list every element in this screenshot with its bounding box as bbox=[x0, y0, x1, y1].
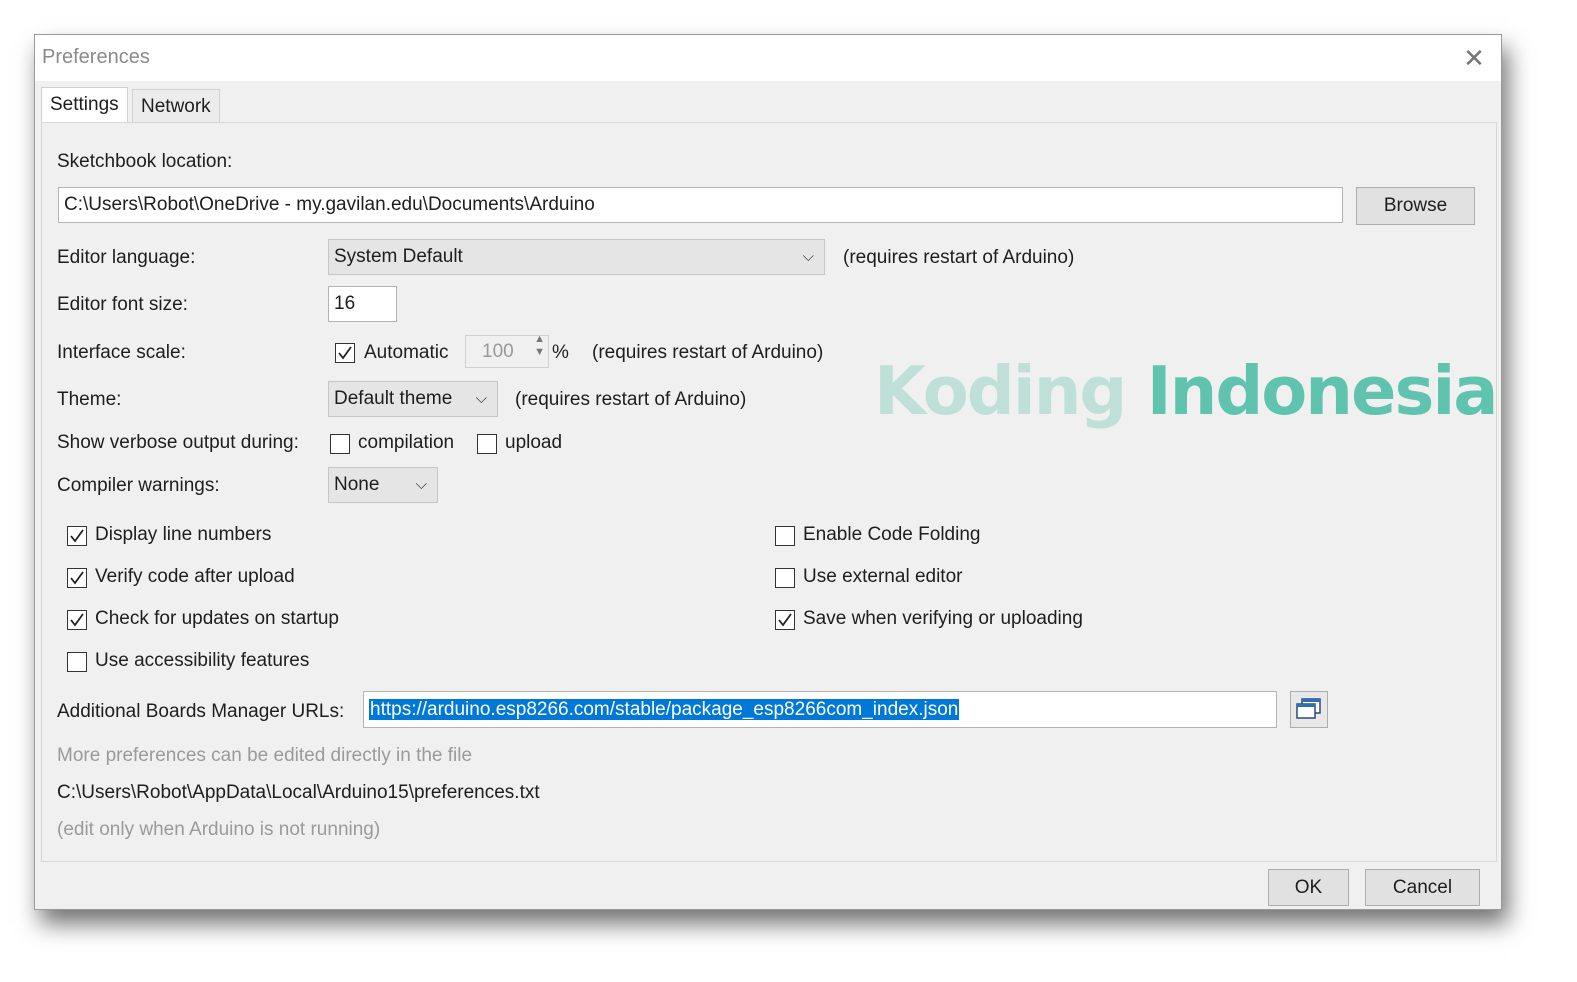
display-line-numbers-label: Display line numbers bbox=[95, 524, 272, 545]
sketchbook-label: Sketchbook location: bbox=[57, 151, 233, 172]
prefs-file-path: C:\Users\Robot\AppData\Local\Arduino15\p… bbox=[57, 782, 540, 803]
verify-after-upload-label: Verify code after upload bbox=[95, 566, 295, 587]
compiler-warnings-label: Compiler warnings: bbox=[57, 475, 220, 496]
cancel-button[interactable]: Cancel bbox=[1365, 869, 1480, 906]
theme-restart-note: (requires restart of Arduino) bbox=[515, 389, 747, 410]
upload-label: upload bbox=[505, 432, 563, 453]
percent-label: % bbox=[552, 342, 569, 363]
settings-panel: Sketchbook location: C:\Users\Robot\OneD… bbox=[41, 122, 1497, 862]
editor-language-value: System Default bbox=[334, 246, 463, 267]
theme-value: Default theme bbox=[334, 388, 453, 409]
theme-label: Theme: bbox=[57, 389, 122, 410]
checkmark-icon bbox=[338, 346, 352, 360]
save-on-verify-label: Save when verifying or uploading bbox=[803, 608, 1083, 629]
display-line-numbers-checkbox[interactable] bbox=[67, 526, 87, 546]
verify-after-upload-checkbox[interactable] bbox=[67, 568, 87, 588]
checkmark-icon bbox=[778, 613, 792, 627]
check-updates-label: Check for updates on startup bbox=[95, 608, 339, 629]
interface-scale-label: Interface scale: bbox=[57, 342, 186, 363]
watermark-logo: Koding Indonesia bbox=[874, 352, 1499, 430]
editor-language-select[interactable]: System Default ⌵ bbox=[328, 239, 825, 275]
code-folding-label: Enable Code Folding bbox=[803, 524, 981, 545]
ok-button[interactable]: OK bbox=[1268, 869, 1349, 906]
scale-restart-note: (requires restart of Arduino) bbox=[592, 342, 824, 363]
browse-button[interactable]: Browse bbox=[1356, 187, 1475, 225]
accessibility-label: Use accessibility features bbox=[95, 650, 310, 671]
compiler-warnings-value: None bbox=[334, 474, 380, 495]
close-icon[interactable]: ✕ bbox=[1461, 45, 1487, 71]
scale-value: 100 bbox=[482, 341, 514, 362]
chevron-down-icon: ⌵ bbox=[802, 248, 814, 265]
upload-checkbox[interactable] bbox=[477, 434, 497, 454]
boards-urls-edit-button[interactable] bbox=[1290, 691, 1328, 728]
compiler-warnings-select[interactable]: None ⌵ bbox=[328, 467, 438, 503]
title-bar: Preferences ✕ bbox=[35, 35, 1501, 81]
checkmark-icon bbox=[70, 529, 84, 543]
chevron-down-icon: ⌵ bbox=[415, 476, 427, 493]
automatic-checkbox[interactable] bbox=[335, 343, 355, 363]
more-prefs-note: More preferences can be edited directly … bbox=[57, 745, 473, 766]
sketchbook-path-input[interactable]: C:\Users\Robot\OneDrive - my.gavilan.edu… bbox=[58, 187, 1343, 223]
verbose-label: Show verbose output during: bbox=[57, 432, 299, 453]
font-size-input[interactable]: 16 bbox=[328, 286, 397, 322]
external-editor-label: Use external editor bbox=[803, 566, 963, 587]
spinner-arrows-icon: ▲ ▼ bbox=[534, 335, 545, 358]
watermark-word-2: Indonesia bbox=[1146, 352, 1499, 430]
boards-urls-value: https://arduino.esp8266.com/stable/packa… bbox=[369, 699, 960, 720]
check-updates-checkbox[interactable] bbox=[67, 610, 87, 630]
language-restart-note: (requires restart of Arduino) bbox=[843, 247, 1075, 268]
boards-urls-label: Additional Boards Manager URLs: bbox=[57, 701, 345, 722]
automatic-label: Automatic bbox=[364, 342, 449, 363]
chevron-down-icon: ⌵ bbox=[475, 390, 487, 407]
window-stack-icon bbox=[1296, 698, 1321, 719]
tab-network[interactable]: Network bbox=[132, 89, 220, 122]
editor-language-label: Editor language: bbox=[57, 247, 196, 268]
edit-note: (edit only when Arduino is not running) bbox=[57, 819, 381, 840]
theme-select[interactable]: Default theme ⌵ bbox=[328, 381, 498, 417]
scale-spinner[interactable]: 100 ▲ ▼ bbox=[465, 335, 549, 368]
window-title: Preferences bbox=[42, 46, 150, 68]
boards-urls-input[interactable]: https://arduino.esp8266.com/stable/packa… bbox=[363, 691, 1277, 728]
watermark-word-1: Koding bbox=[874, 352, 1127, 430]
compilation-label: compilation bbox=[358, 432, 455, 453]
save-on-verify-checkbox[interactable] bbox=[775, 610, 795, 630]
accessibility-checkbox[interactable] bbox=[67, 652, 87, 672]
font-size-label: Editor font size: bbox=[57, 294, 188, 315]
checkmark-icon bbox=[70, 571, 84, 585]
code-folding-checkbox[interactable] bbox=[775, 526, 795, 546]
compilation-checkbox[interactable] bbox=[330, 434, 350, 454]
checkmark-icon bbox=[70, 613, 84, 627]
tab-settings[interactable]: Settings bbox=[41, 87, 128, 123]
external-editor-checkbox[interactable] bbox=[775, 568, 795, 588]
preferences-dialog: Preferences ✕ Settings Network Sketchboo… bbox=[34, 34, 1502, 910]
